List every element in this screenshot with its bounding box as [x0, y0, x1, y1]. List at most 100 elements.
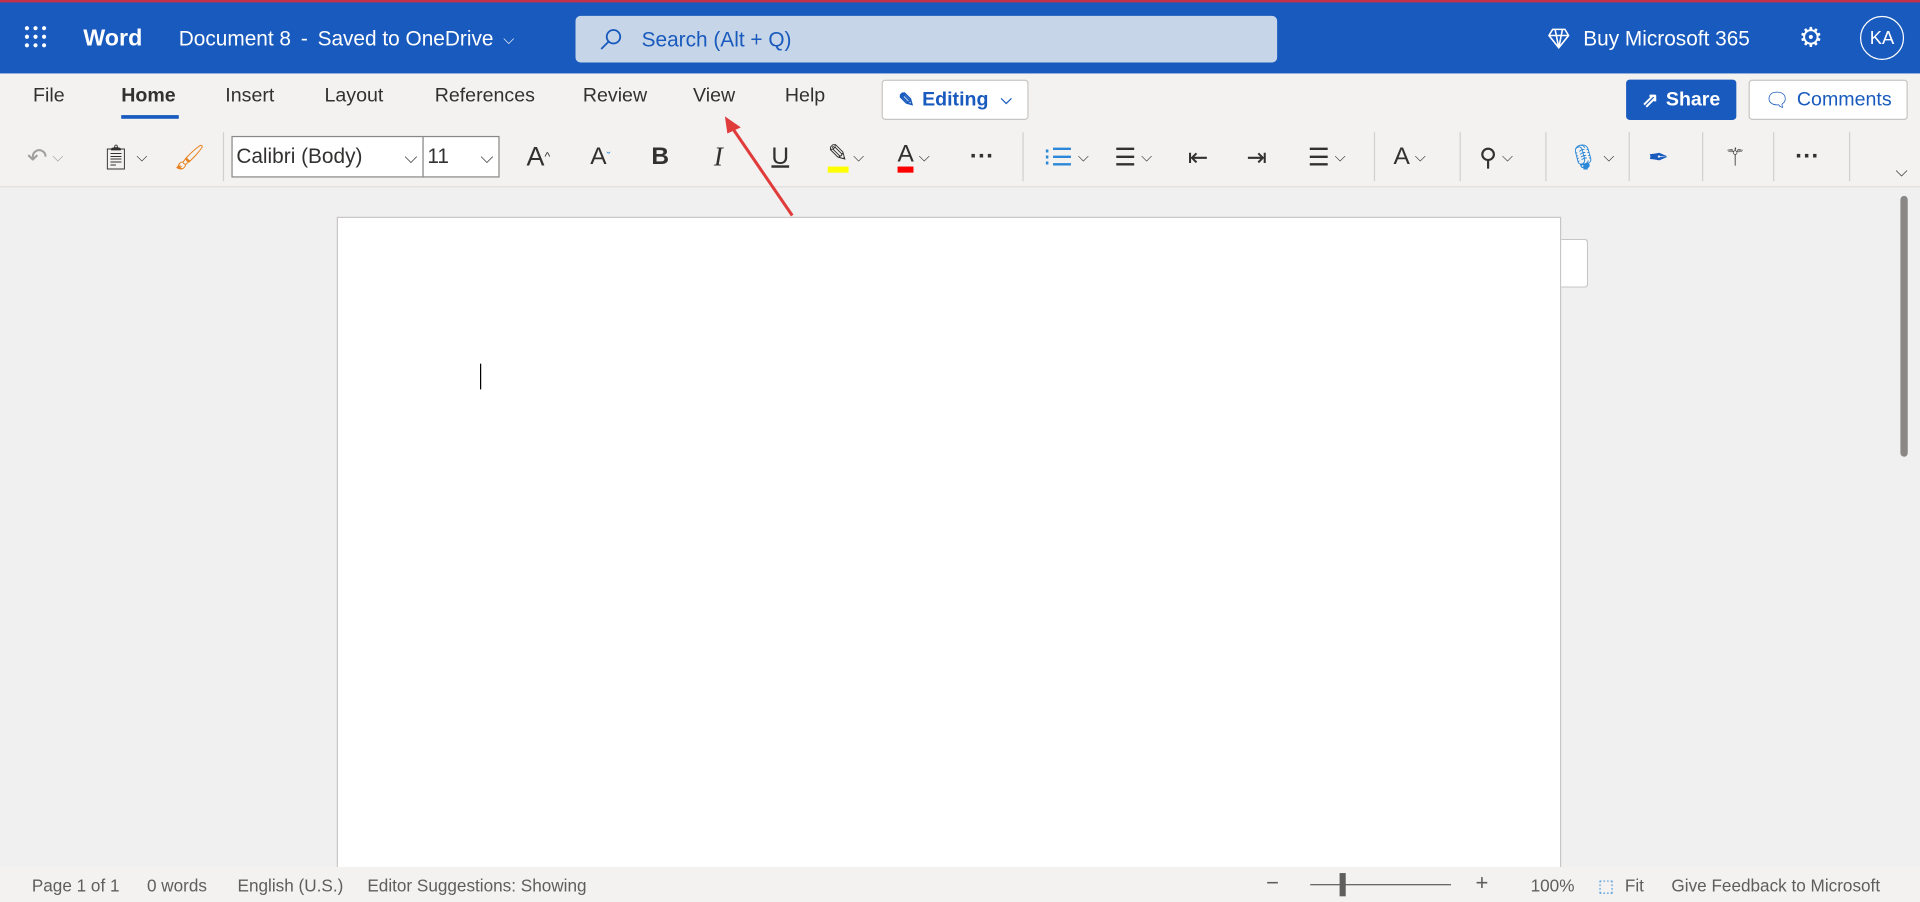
styles-button[interactable]: A ⌵	[1393, 138, 1425, 175]
editing-mode-button[interactable]: ✎ Editing ⌵	[881, 79, 1029, 121]
bulleted-list-icon: ⁝☰	[1043, 143, 1074, 171]
avatar[interactable]: KA	[1860, 15, 1905, 61]
align-button[interactable]: ☰ ⌵	[1308, 138, 1346, 175]
diamond-icon	[1548, 28, 1570, 49]
paste-button[interactable]: 📋︎ ⌵	[100, 138, 147, 175]
chevron-down-icon: ⌵	[1077, 147, 1090, 165]
font-size-value: 11	[427, 144, 449, 168]
shrink-font-icon: A	[590, 142, 607, 170]
document-page[interactable]	[336, 216, 1562, 878]
zoom-level[interactable]: 100%	[1531, 876, 1575, 896]
zoom-slider[interactable]	[1310, 884, 1452, 886]
buy-microsoft-365-link[interactable]: Buy Microsoft 365	[1583, 27, 1750, 51]
chevron-down-icon: ⌵	[1334, 147, 1346, 165]
styles-icon: A	[1393, 142, 1410, 170]
find-button[interactable]: ⚲ ⌵	[1479, 138, 1513, 175]
dictate-button[interactable]: 🎙︎ ⌵	[1567, 138, 1614, 175]
tab-help[interactable]: Help	[785, 86, 825, 108]
zoom-out-button[interactable]: −	[1266, 871, 1279, 897]
ellipsis-icon: ···	[1795, 142, 1820, 170]
magic-wand-icon: ⚚	[1724, 143, 1747, 171]
chevron-down-icon: ⌵	[1414, 147, 1426, 165]
decrease-indent-button[interactable]: ⇤	[1188, 138, 1209, 175]
tab-insert[interactable]: Insert	[225, 86, 274, 108]
toolbar-divider	[1459, 132, 1461, 182]
pencil-icon: ✎	[898, 90, 915, 111]
search-icon: ⚲	[1479, 143, 1498, 171]
chevron-down-icon: ⌵	[1000, 90, 1012, 108]
tab-home[interactable]: Home	[121, 86, 175, 108]
more-options-button[interactable]: ···	[1795, 138, 1819, 175]
save-status: Saved to OneDrive	[317, 26, 494, 51]
chevron-down-icon: ⌵	[1502, 147, 1514, 165]
bullets-button[interactable]: ⁝☰ ⌵	[1043, 138, 1089, 175]
word-online-window: Word Document 8 - Saved to OneDrive ⌵ Se…	[0, 0, 1920, 902]
toolbar-divider	[1773, 132, 1775, 182]
comments-pane-tab[interactable]	[1561, 238, 1589, 288]
search-placeholder: Search (Alt + Q)	[641, 28, 792, 52]
chevron-down-icon: ⌵	[1141, 147, 1153, 165]
undo-button[interactable]: ↶ ⌵	[27, 138, 64, 175]
feedback-link[interactable]: Give Feedback to Microsoft	[1671, 876, 1880, 896]
search-icon	[600, 29, 622, 50]
undo-icon: ↶	[26, 143, 48, 171]
fit-button[interactable]: Fit	[1625, 876, 1644, 896]
chevron-down-icon: ⌵	[136, 147, 148, 165]
bold-button[interactable]: B	[651, 138, 669, 175]
editor-button[interactable]: ✒︎	[1648, 138, 1669, 175]
app-name[interactable]: Word	[83, 26, 142, 53]
status-bar: Page 1 of 1 0 words English (U.S.) Edito…	[0, 866, 1920, 902]
title-bar: Word Document 8 - Saved to OneDrive ⌵ Se…	[0, 0, 1920, 74]
toolbar-divider	[1022, 132, 1024, 182]
expand-ribbon-chevron-icon[interactable]: ⌵	[1896, 162, 1908, 182]
zoom-slider-thumb[interactable]	[1339, 873, 1346, 897]
toolbar-divider	[1702, 132, 1704, 182]
chevron-down-icon: ⌵	[52, 147, 64, 165]
paintbrush-icon: 🖌︎	[173, 143, 205, 171]
vertical-scrollbar[interactable]	[1900, 195, 1908, 457]
tab-layout[interactable]: Layout	[324, 86, 383, 108]
more-font-options-button[interactable]: ···	[970, 138, 994, 175]
title-separator: -	[300, 26, 308, 51]
toolbar-divider	[1848, 132, 1851, 182]
align-icon: ☰	[1307, 143, 1330, 171]
clipboard-icon: 📋︎	[100, 143, 132, 171]
font-size-select[interactable]: 11 ⌵	[422, 135, 500, 178]
toolbar-divider	[1545, 132, 1547, 182]
doc-name: Document 8	[178, 26, 292, 51]
chevron-down-icon: ⌵	[1603, 147, 1615, 165]
toolbar-divider	[1628, 132, 1630, 182]
designer-button[interactable]: ⚚	[1724, 138, 1746, 175]
language[interactable]: English (U.S.)	[238, 876, 344, 896]
numbered-list-icon: ☰	[1114, 143, 1137, 171]
word-count[interactable]: 0 words	[147, 876, 207, 896]
font-name-select[interactable]: Calibri (Body) ⌵	[231, 135, 424, 178]
annotation-arrow-icon	[724, 116, 794, 217]
format-painter-button[interactable]: 🖌︎	[174, 138, 205, 175]
text-cursor	[480, 363, 482, 390]
comments-button[interactable]: 🗨 Comments	[1748, 79, 1908, 121]
tab-view[interactable]: View	[693, 86, 735, 108]
settings-gear-icon[interactable]: ⚙	[1799, 22, 1823, 54]
highlighter-icon: ✎	[827, 141, 849, 173]
share-button[interactable]: ⇗ Share	[1626, 79, 1737, 121]
chevron-down-icon: ⌵	[480, 146, 494, 166]
shrink-font-button[interactable]: Aˇ	[590, 138, 610, 175]
tab-file[interactable]: File	[33, 86, 65, 108]
document-title[interactable]: Document 8 - Saved to OneDrive ⌵	[179, 27, 515, 51]
highlight-button[interactable]: ✎ ⌵	[827, 138, 864, 175]
share-label: Share	[1665, 88, 1721, 110]
zoom-in-button[interactable]: +	[1476, 871, 1489, 897]
app-launcher-icon[interactable]	[24, 26, 47, 48]
chevron-down-icon: ⌵	[503, 30, 515, 48]
font-color-button[interactable]: A ⌵	[897, 138, 930, 175]
tab-review[interactable]: Review	[583, 86, 647, 108]
grow-font-button[interactable]: A ^	[527, 138, 551, 175]
search-box[interactable]: Search (Alt + Q)	[575, 15, 1278, 63]
numbering-button[interactable]: ☰ ⌵	[1114, 138, 1152, 175]
increase-indent-button[interactable]: ⇥	[1247, 138, 1268, 175]
tab-references[interactable]: References	[435, 86, 535, 108]
microphone-icon: 🎙︎	[1567, 143, 1599, 171]
editor-suggestions[interactable]: Editor Suggestions: Showing	[367, 876, 586, 896]
toolbar-divider	[1373, 132, 1376, 182]
